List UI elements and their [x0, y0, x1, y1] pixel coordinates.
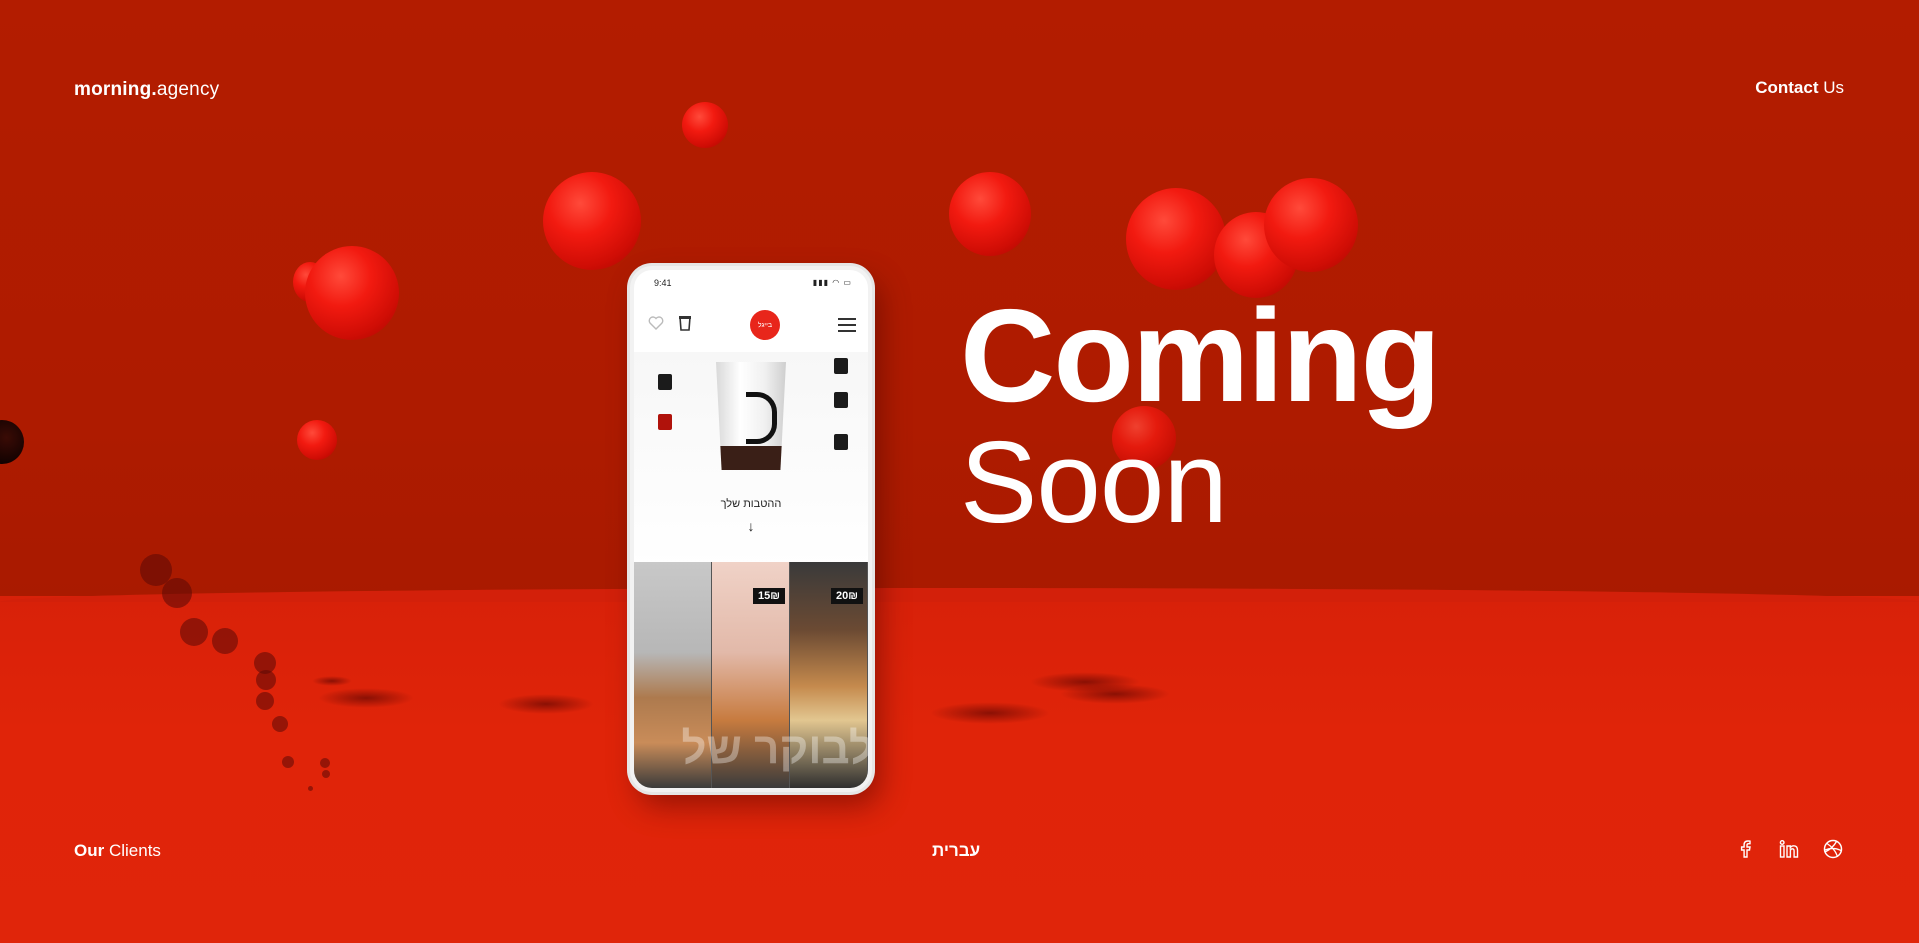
logo-bold-text: morning.: [74, 79, 157, 100]
facebook-icon[interactable]: [1734, 838, 1756, 860]
clients-bold-text: Our: [74, 841, 105, 860]
trail-dot: [322, 770, 330, 778]
logo-light-text: agency: [156, 79, 220, 100]
mini-cup-icon: [834, 392, 848, 408]
status-icons: ▮▮▮ ◠ ▭: [812, 278, 852, 287]
phone-mockup: 9:41 ▮▮▮ ◠ ▭ בייגל ההטבות שלך ↓ 15₪ 20₪ …: [630, 266, 872, 792]
heading-line-2: Soon: [960, 417, 1228, 547]
floating-ball: [949, 172, 1031, 256]
trail-dot: [212, 628, 238, 654]
floating-ball: [305, 246, 399, 340]
mini-cup-icon: [834, 434, 848, 450]
app-hero-section: ההטבות שלך ↓: [634, 352, 868, 568]
price-tag: 15₪: [753, 588, 785, 604]
floating-ball: [1126, 188, 1226, 290]
contact-light-text: Us: [1823, 78, 1844, 97]
cup-icon: [678, 315, 692, 336]
heart-icon: [648, 315, 664, 335]
brand-logo: בייגל: [750, 310, 780, 340]
clients-light-text: Clients: [108, 841, 161, 860]
trail-dot: [282, 756, 294, 768]
contact-us-link[interactable]: Contact Us: [1755, 78, 1844, 98]
trail-dot: [256, 670, 276, 690]
phone-status-bar: 9:41 ▮▮▮ ◠ ▭: [654, 278, 852, 292]
linkedin-icon[interactable]: [1778, 838, 1800, 860]
coffee-cup-image: [716, 362, 786, 470]
floating-ball: [543, 172, 641, 270]
floating-ball: [682, 102, 728, 148]
coming-soon-heading: Coming Soon: [960, 282, 1441, 547]
agency-logo[interactable]: morning.agency: [74, 79, 219, 101]
trail-dot: [308, 786, 313, 791]
our-clients-link[interactable]: Our Clients: [74, 841, 161, 861]
trail-dot: [320, 758, 330, 768]
ball-shadow: [318, 688, 414, 708]
trail-dot: [162, 578, 192, 608]
contact-bold-text: Contact: [1755, 78, 1819, 97]
down-arrow-icon: ↓: [747, 518, 755, 534]
backdrop-floor: [0, 596, 1919, 943]
benefits-caption: ההטבות שלך: [720, 498, 782, 510]
dribbble-icon[interactable]: [1822, 838, 1844, 860]
food-gallery: 15₪ 20₪ לבוקר של: [634, 562, 868, 788]
phone-screen: 9:41 ▮▮▮ ◠ ▭ בייגל ההטבות שלך ↓ 15₪ 20₪ …: [634, 270, 868, 788]
floating-ball: [1264, 178, 1358, 272]
trail-dot: [256, 692, 274, 710]
mini-cup-icon: [658, 374, 672, 390]
ball-shadow: [1060, 684, 1170, 704]
app-header: בייגל: [648, 310, 856, 340]
mini-cup-icon: [658, 414, 672, 430]
gallery-overlay-text: לבוקר של: [681, 724, 868, 773]
price-tag: 20₪: [831, 588, 863, 604]
social-links: [1734, 838, 1844, 860]
heading-line-1: Coming: [960, 282, 1441, 429]
ball-shadow: [930, 702, 1050, 724]
mini-cup-icon: [834, 358, 848, 374]
trail-dot: [180, 618, 208, 646]
trail-dot: [272, 716, 288, 732]
status-time: 9:41: [654, 278, 672, 288]
ball-shadow: [498, 694, 594, 714]
ball-shadow: [312, 676, 352, 686]
hamburger-menu-icon: [838, 318, 856, 332]
language-switch-link[interactable]: עברית: [932, 841, 980, 861]
floating-ball: [297, 420, 337, 460]
